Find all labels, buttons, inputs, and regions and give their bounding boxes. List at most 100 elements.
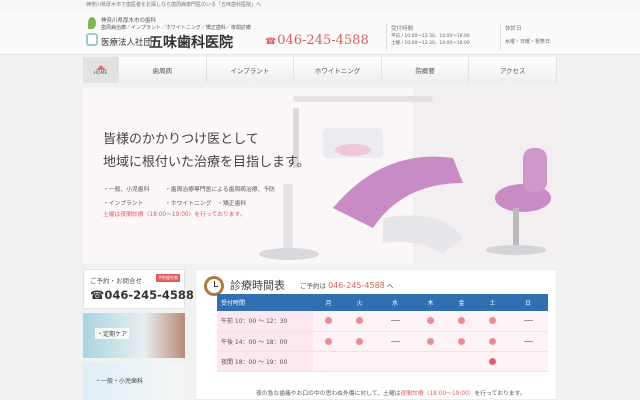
closed-dash-icon	[390, 320, 400, 322]
schedule-cell	[313, 311, 345, 332]
open-dot-icon	[356, 317, 364, 325]
schedule-row: 夜間 18：00 〜 19：00	[217, 351, 548, 372]
open-dot-icon	[489, 317, 497, 325]
schedule-panel: 診療時間表 ご予約は 046-245-4588 へ 受付時間月火水木金土日 午前…	[195, 269, 557, 400]
schedule-title: 診療時間表	[230, 279, 285, 292]
open-dot-icon	[356, 337, 364, 345]
schedule-cell	[508, 331, 548, 352]
nav-periodontal[interactable]: 歯周病	[119, 57, 207, 83]
open-dot-icon	[426, 317, 434, 325]
schedule-table: 受付時間月火水木金土日 午前 10：00 〜 12：30 午後 14：00 〜 1…	[217, 294, 548, 372]
clinic-prefix: 医療法人社団	[101, 38, 153, 48]
nav-implant[interactable]: インプラント	[206, 57, 295, 83]
header-phone[interactable]: ☎046-245-4588	[265, 33, 369, 48]
open-dot-icon	[325, 337, 333, 345]
schedule-col-day: 木	[414, 294, 446, 311]
hero-title-line2: 地域に根付いた治療を目指します。	[103, 155, 310, 170]
note-prefix: 夜の急な歯痛やお口の中の思わぬ外傷に対して、土曜は	[256, 391, 401, 397]
hero-list-row: ・一般、小児歯科 ・歯周治療専門医による歯周病治療、予防	[103, 184, 275, 193]
phone-icon: ☎	[265, 37, 277, 47]
sidebar-banner-general-pediatric[interactable]: ・一般・小児歯科	[83, 362, 185, 400]
schedule-note: 夜の急な歯痛やお口の中の思わぬ外傷に対して、土曜は夜間診療（18:00〜19:0…	[256, 388, 526, 397]
schedule-header-row: 受付時間月火水木金土日	[217, 294, 548, 311]
schedule-cell	[375, 351, 415, 372]
hero-title-line1: 皆様のかかりつけ医として	[103, 132, 259, 147]
clinic-logo[interactable]	[84, 15, 98, 49]
reserve-suffix: へ	[386, 282, 394, 290]
sidebar-phone-number: 046-245-4588	[104, 288, 194, 302]
open-dot-icon	[489, 337, 497, 345]
open-dot-icon	[458, 337, 465, 345]
schedule-col-day: 金	[445, 294, 478, 311]
schedule-col-day: 水	[375, 294, 415, 311]
hero-list-item: ・歯周治療専門医による歯周病治療、予防	[165, 187, 275, 193]
open-dot-icon	[489, 357, 497, 365]
schedule-cell	[313, 331, 345, 352]
nav-access[interactable]: アクセス	[469, 57, 557, 83]
reception-hours: 受付時間 平日 / 10:00〜12:30、14:00〜18:00 土曜 / 1…	[386, 24, 496, 50]
nav-home[interactable]: HOME	[83, 57, 119, 83]
schedule-cell	[375, 311, 415, 332]
schedule-row-label: 午前 10：00 〜 12：30	[217, 311, 313, 332]
note-highlight: 夜間診療（18:00〜19:00）	[400, 391, 475, 397]
sidebar-contact[interactable]: ご予約・お問合せ 予約優先制 ☎046-245-4588	[83, 269, 194, 309]
closed-days-box: 休診日 水曜・日曜・祝祭日	[500, 24, 560, 50]
clinic-name[interactable]: 五味歯科医院	[149, 32, 233, 52]
header-services: 歯周病治療／インプラント／ホワイトニング／矯正歯科／夜間診療	[101, 25, 251, 31]
hours-saturday: 土曜 / 10:00〜12:30、14:00〜18:00	[391, 41, 470, 46]
schedule-cell	[508, 311, 548, 332]
banner-label: ・一般・小児歯科	[95, 378, 144, 385]
sidebar-phone[interactable]: ☎046-245-4588	[90, 288, 194, 302]
schedule-cell	[414, 331, 446, 352]
schedule-cell	[414, 311, 446, 332]
reserve-prefix: ご予約は	[300, 282, 326, 290]
hero-list-item: ・ホワイトニング ・矯正歯科	[165, 201, 247, 207]
header-phone-number: 046-245-4588	[277, 33, 369, 48]
hours-weekday: 平日 / 10:00〜12:30、14:00〜18:00	[391, 34, 470, 39]
nav-home-label: HOME	[93, 70, 108, 76]
nav-about[interactable]: 院概要	[381, 57, 470, 83]
dental-chair-image	[83, 88, 557, 264]
header-tagline: 神奈川県厚木市の歯科	[101, 18, 157, 24]
logo-mark-icon	[86, 33, 98, 46]
schedule-cell	[313, 351, 345, 372]
hero-services-list: ・一般、小児歯科 ・歯周治療専門医による歯周病治療、予防 ・インプラント ・ホワ…	[103, 184, 275, 212]
hero-list-item: ・一般、小児歯科	[103, 187, 150, 193]
open-dot-icon	[325, 317, 333, 325]
closed-dash-icon	[523, 340, 533, 342]
nav-whitening[interactable]: ホワイトニング	[294, 57, 382, 83]
hours-title: 受付時間	[391, 26, 414, 32]
schedule-row-label: 午後 14：00 〜 18：00	[217, 331, 313, 352]
closed-title: 休診日	[505, 26, 522, 32]
schedule-cell	[445, 311, 478, 332]
sidebar-banner-regular-care[interactable]: ・定期ケア	[83, 313, 185, 358]
schedule-cell	[477, 311, 509, 332]
banner-label: ・定期ケア	[95, 328, 130, 339]
hero-list-item: ・インプラント	[103, 201, 144, 207]
schedule-row: 午後 14：00 〜 18：00	[217, 331, 548, 352]
schedule-cell	[477, 351, 509, 372]
closed-days: 水曜・日曜・祝祭日	[505, 39, 551, 45]
reserve-phone[interactable]: 046-245-4588	[328, 281, 385, 290]
home-icon	[95, 64, 106, 70]
schedule-row: 午前 10：00 〜 12：30	[217, 311, 548, 332]
site-header: 神奈川県厚木市の歯科 歯周病治療／インプラント／ホワイトニング／矯正歯科／夜間診…	[0, 11, 640, 55]
closed-dash-icon	[523, 320, 533, 322]
closed-dash-icon	[390, 340, 400, 342]
schedule-cell	[445, 331, 478, 352]
schedule-cell	[344, 351, 376, 372]
schedule-col-day: 土	[477, 294, 509, 311]
schedule-col-day: 火	[344, 294, 376, 311]
reservation-badge: 予約優先制	[156, 274, 180, 282]
hero-note: 土曜は夜間診療（18:00〜19:00）を行っております。	[103, 212, 246, 218]
schedule-col-hours: 受付時間	[217, 294, 313, 311]
main-nav: HOME 歯周病 インプラント ホワイトニング 院概要 アクセス	[83, 57, 557, 83]
leaf-icon	[88, 17, 96, 29]
schedule-cell	[508, 351, 548, 372]
schedule-col-day: 日	[508, 294, 548, 311]
open-dot-icon	[426, 337, 434, 345]
schedule-cell	[414, 351, 446, 372]
schedule-cell	[445, 351, 478, 372]
hero-list-row: ・インプラント ・ホワイトニング ・矯正歯科	[103, 198, 275, 207]
schedule-col-day: 月	[313, 294, 345, 311]
